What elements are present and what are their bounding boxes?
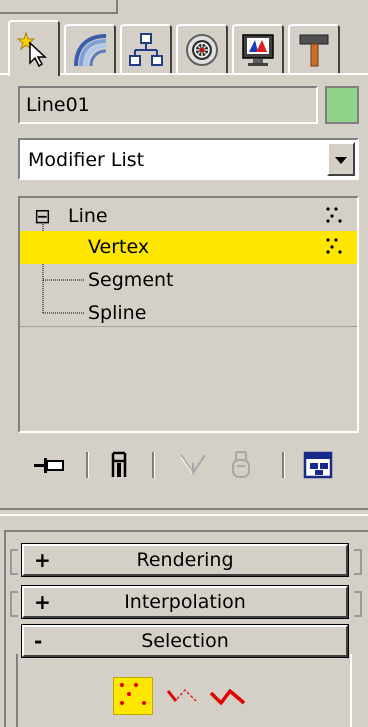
pin-stack-icon[interactable] [30, 448, 70, 482]
rollout-bracket [10, 591, 18, 617]
stack-item-line-label: Line [68, 205, 108, 227]
toolbar-separator [282, 452, 285, 478]
chevron-down-icon [335, 148, 347, 170]
vertex-dots-icon [325, 237, 343, 260]
display-monitor-icon [240, 32, 276, 68]
make-unique-icon[interactable] [176, 448, 210, 482]
tab-utilities[interactable] [288, 24, 340, 74]
toolbar-separator [86, 452, 89, 478]
remove-modifier-icon[interactable] [226, 448, 256, 482]
rollout-bracket [354, 549, 362, 575]
tab-modify[interactable] [64, 24, 116, 74]
tab-display[interactable] [232, 24, 284, 74]
rollout-title: Selection [141, 630, 229, 652]
modify-rainbow-icon [72, 32, 108, 68]
segment-level-button[interactable] [162, 677, 202, 715]
modifier-stack[interactable]: ⊟ Line Vertex Segment Spline [18, 196, 359, 433]
rollout-interpolation[interactable]: + Interpolation [21, 585, 349, 619]
tab-motion[interactable] [176, 24, 228, 74]
rollout-bracket [354, 591, 362, 617]
configure-modifier-sets-icon[interactable] [300, 448, 338, 482]
modifier-list-label: Modifier List [28, 149, 145, 171]
hierarchy-icon [128, 32, 164, 68]
toolbar-separator [152, 452, 155, 478]
spline-select-icon [208, 679, 248, 714]
rollout-title: Interpolation [124, 591, 246, 613]
stack-item-segment[interactable]: Segment [20, 264, 357, 297]
stack-item-line-toggle[interactable]: ⊟ [34, 205, 51, 227]
stack-item-vertex[interactable]: Vertex [20, 231, 357, 264]
tab-create[interactable] [8, 20, 60, 76]
stack-item-segment-label: Segment [88, 269, 174, 291]
subobject-dots-icon [325, 206, 343, 229]
show-end-result-icon[interactable] [104, 448, 134, 482]
rollout-bracket [10, 549, 18, 575]
utilities-hammer-icon [296, 32, 332, 68]
stack-item-vertex-label: Vertex [88, 236, 150, 258]
modifier-list-dropdown-button[interactable] [327, 142, 355, 176]
create-star-cursor-icon [16, 31, 52, 67]
modifier-list-dropdown[interactable]: Modifier List [18, 138, 359, 180]
stack-item-spline-label: Spline [88, 302, 147, 324]
motion-wheel-icon [184, 32, 220, 68]
panel-top-tab-stub [0, 0, 118, 14]
panel-divider [0, 508, 368, 516]
object-color-swatch[interactable] [325, 86, 359, 124]
spline-level-button[interactable] [208, 677, 248, 715]
rollout-selection[interactable]: - Selection [21, 624, 349, 658]
segment-select-icon [165, 679, 199, 714]
stack-item-line[interactable]: ⊟ Line [20, 200, 357, 233]
rollout-title: Rendering [136, 549, 234, 571]
vertex-level-button[interactable] [113, 677, 153, 715]
stack-divider [20, 326, 357, 327]
object-name-field[interactable]: Line01 [18, 86, 318, 124]
rollout-rendering[interactable]: + Rendering [21, 543, 349, 577]
tab-hierarchy[interactable] [120, 24, 172, 74]
vertex-select-icon [116, 679, 150, 714]
